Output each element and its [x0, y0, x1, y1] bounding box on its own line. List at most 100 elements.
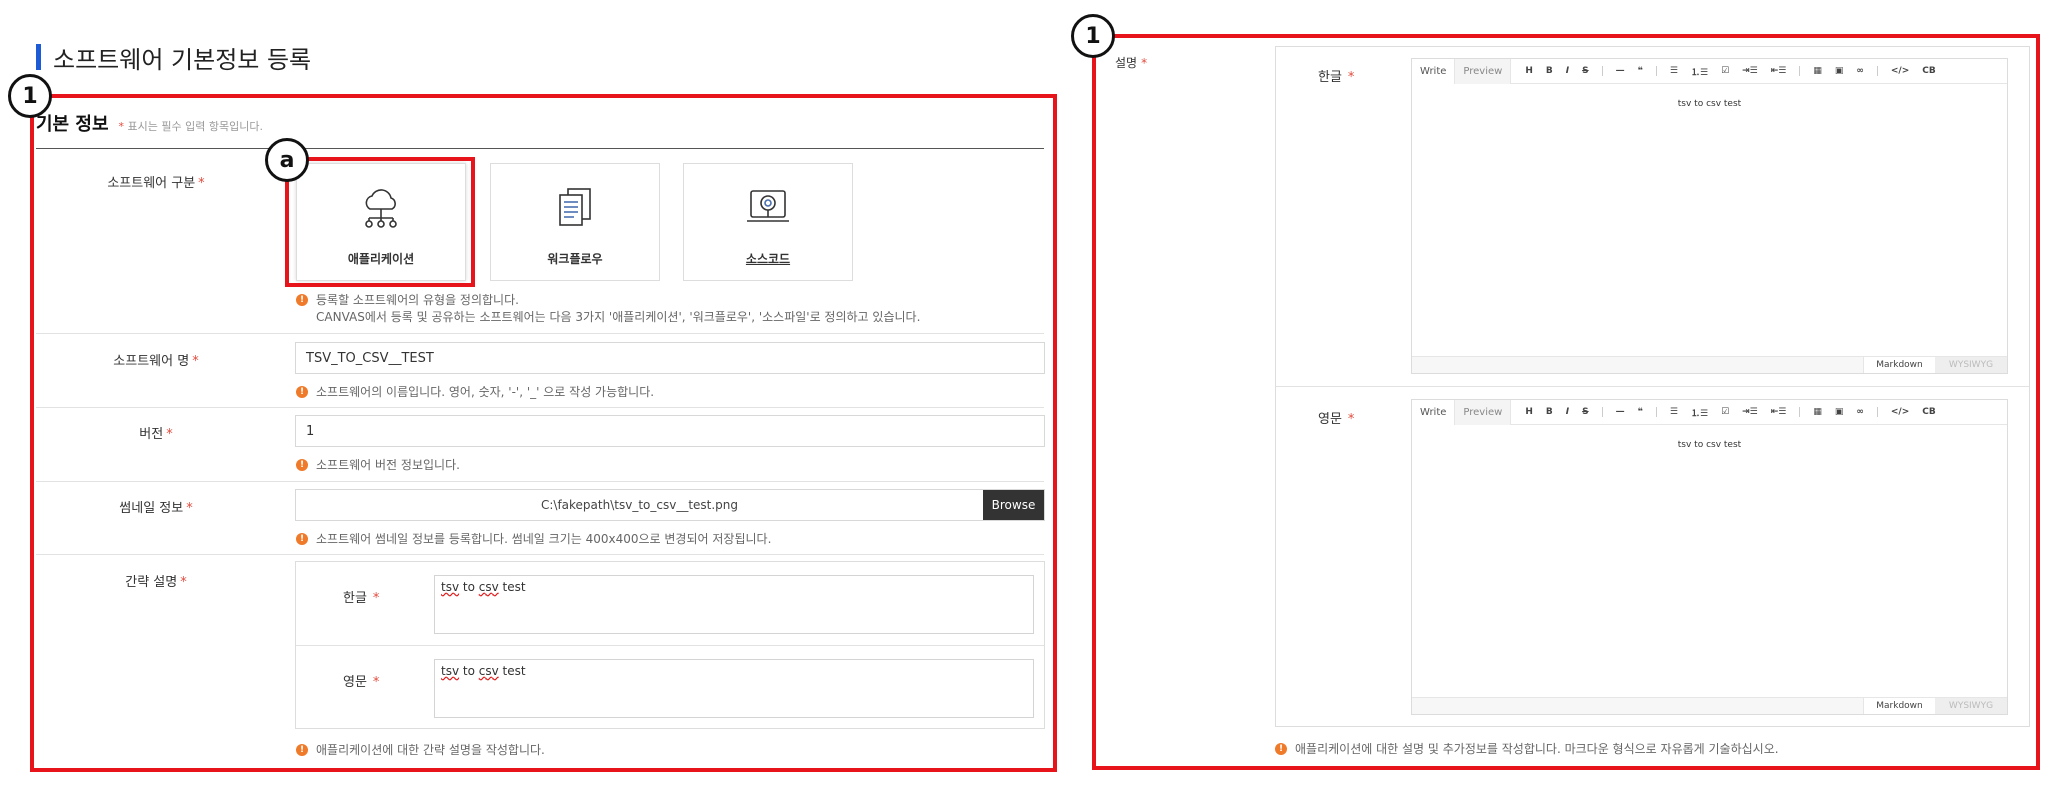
- thumbnail-label: 썸네일 정보 *: [119, 501, 193, 516]
- quote-icon[interactable]: ❝: [1638, 66, 1643, 76]
- bullet-list-icon[interactable]: ☰: [1670, 66, 1678, 76]
- code-icon[interactable]: </>: [1891, 66, 1909, 76]
- required-note: * 표시는 필수 입력 항목입니다.: [119, 118, 263, 134]
- ordered-list-icon[interactable]: ⒈☰: [1691, 406, 1708, 419]
- hint-line: CANVAS에서 등록 및 공유하는 소프트웨어는 다음 3가지 '애플리케이션…: [316, 310, 921, 324]
- bold-icon[interactable]: B: [1546, 407, 1553, 417]
- brief-description-label: 간략 설명 *: [125, 575, 187, 590]
- toolbar-separator: [1601, 66, 1603, 76]
- thumbnail-hint: ! 소프트웨어 썸네일 정보를 등록합니다. 썸네일 크기는 400x400으로…: [296, 531, 771, 548]
- task-list-icon[interactable]: ☑: [1721, 407, 1729, 417]
- toolbar-separator: [1655, 66, 1657, 76]
- hint-text: 소프트웨어 썸네일 정보를 등록합니다. 썸네일 크기는 400x400으로 변…: [316, 532, 772, 546]
- info-icon: !: [296, 294, 308, 306]
- table-icon[interactable]: ▦: [1813, 407, 1822, 417]
- code-block-icon[interactable]: CB: [1922, 407, 1935, 417]
- hint-text: 애플리케이션에 대한 간략 설명을 작성합니다.: [316, 743, 545, 757]
- section-divider: [36, 148, 1044, 149]
- description-label: 설명 *: [1115, 56, 1148, 70]
- mode-wysiwyg-button[interactable]: WYSIWYG: [1935, 357, 2007, 373]
- brief-ko-textarea[interactable]: tsv to csv test: [434, 575, 1034, 634]
- table-icon[interactable]: ▦: [1813, 66, 1822, 76]
- brief-en-label: 영문 *: [343, 675, 380, 690]
- link-icon[interactable]: ∞: [1856, 66, 1864, 76]
- type-card-workflow[interactable]: 워크플로우: [490, 163, 660, 281]
- code-icon[interactable]: </>: [1891, 407, 1909, 417]
- description-en-editor[interactable]: Write Preview H B I S — ❝ ☰ ⒈☰ ☑ ⇥☰ ⇤☰ ▦…: [1411, 399, 2008, 715]
- hr-icon[interactable]: —: [1616, 66, 1625, 76]
- editor-toolbar: Write Preview H B I S — ❝ ☰ ⒈☰ ☑ ⇥☰ ⇤☰ ▦…: [1412, 399, 2007, 425]
- browse-button[interactable]: Browse: [983, 490, 1044, 520]
- toolbar-separator: [1601, 407, 1603, 417]
- page-title-text: 소프트웨어 기본정보 등록: [53, 45, 312, 74]
- brief-en-textarea[interactable]: tsv to csv test: [434, 659, 1034, 718]
- tab-write[interactable]: Write: [1412, 399, 1456, 425]
- indent-icon[interactable]: ⇥☰: [1742, 407, 1758, 417]
- required-star: *: [118, 120, 125, 133]
- page-title: 소프트웨어 기본정보 등록: [36, 40, 311, 74]
- strike-icon[interactable]: S: [1582, 407, 1588, 417]
- cloud-network-icon: [358, 184, 404, 230]
- italic-icon[interactable]: I: [1566, 66, 1569, 76]
- callout-marker-card: a: [265, 138, 309, 182]
- ordered-list-icon[interactable]: ⒈☰: [1691, 65, 1708, 78]
- italic-icon[interactable]: I: [1566, 407, 1569, 417]
- bold-icon[interactable]: B: [1546, 66, 1553, 76]
- row-divider: [36, 481, 1044, 482]
- monitor-search-icon: [745, 184, 791, 230]
- title-accent-bar: [36, 44, 41, 70]
- editor-mode-switch: Markdown WYSIWYG: [1412, 697, 2007, 714]
- hint-text: 애플리케이션에 대한 설명 및 추가정보를 작성합니다. 마크다운 형식으로 자…: [1295, 742, 1779, 756]
- type-card-label: 워크플로우: [547, 252, 603, 266]
- task-list-icon[interactable]: ☑: [1721, 66, 1729, 76]
- quote-icon[interactable]: ❝: [1638, 407, 1643, 417]
- outdent-icon[interactable]: ⇤☰: [1771, 66, 1787, 76]
- software-name-hint: ! 소프트웨어의 이름입니다. 영어, 숫자, '-', '_' 으로 작성 가…: [296, 384, 654, 401]
- mode-markdown-button[interactable]: Markdown: [1863, 698, 1935, 714]
- editor-content[interactable]: tsv to csv test: [1412, 440, 2007, 450]
- version-label: 버전 *: [139, 427, 173, 442]
- editor-toolbar: Write Preview H B I S — ❝ ☰ ⒈☰ ☑ ⇥☰ ⇤☰ ▦…: [1412, 58, 2007, 84]
- type-card-label: 애플리케이션: [347, 252, 415, 266]
- heading-icon[interactable]: H: [1525, 407, 1533, 417]
- link-icon[interactable]: ∞: [1856, 407, 1864, 417]
- heading-icon[interactable]: H: [1525, 66, 1533, 76]
- version-input[interactable]: 1: [295, 415, 1045, 447]
- info-icon: !: [296, 744, 308, 756]
- type-card-application[interactable]: 애플리케이션: [296, 163, 466, 281]
- editor-tools: H B I S — ❝ ☰ ⒈☰ ☑ ⇥☰ ⇤☰ ▦ ▣ ∞ </> CB: [1525, 406, 1948, 419]
- software-name-label: 소프트웨어 명 *: [113, 354, 199, 369]
- tab-preview[interactable]: Preview: [1455, 58, 1512, 84]
- editor-mode-switch: Markdown WYSIWYG: [1412, 356, 2007, 373]
- row-divider: [36, 554, 1044, 555]
- mode-wysiwyg-button[interactable]: WYSIWYG: [1935, 698, 2007, 714]
- strike-icon[interactable]: S: [1582, 66, 1588, 76]
- software-name-input[interactable]: TSV_TO_CSV__TEST: [295, 342, 1045, 374]
- tab-write[interactable]: Write: [1412, 58, 1456, 84]
- info-icon: !: [296, 533, 308, 545]
- section-header-basic-info: 기본 정보 * 표시는 필수 입력 항목입니다.: [36, 110, 263, 136]
- bullet-list-icon[interactable]: ☰: [1670, 407, 1678, 417]
- editor-content[interactable]: tsv to csv test: [1412, 99, 2007, 109]
- outdent-icon[interactable]: ⇤☰: [1771, 407, 1787, 417]
- image-icon[interactable]: ▣: [1835, 66, 1844, 76]
- description-ko-label: 한글 *: [1318, 70, 1355, 85]
- image-icon[interactable]: ▣: [1835, 407, 1844, 417]
- description-ko-editor[interactable]: Write Preview H B I S — ❝ ☰ ⒈☰ ☑ ⇥☰ ⇤☰ ▦…: [1411, 58, 2008, 374]
- indent-icon[interactable]: ⇥☰: [1742, 66, 1758, 76]
- thumbnail-file-input[interactable]: C:\fakepath\tsv_to_csv__test.png Browse: [295, 489, 1045, 521]
- description-en-label: 영문 *: [1318, 412, 1355, 427]
- description-hint: ! 애플리케이션에 대한 설명 및 추가정보를 작성합니다. 마크다운 형식으로…: [1275, 741, 1779, 758]
- tab-preview[interactable]: Preview: [1455, 399, 1512, 425]
- software-type-label: 소프트웨어 구분 *: [107, 176, 205, 191]
- hr-icon[interactable]: —: [1616, 407, 1625, 417]
- documents-icon: [552, 184, 598, 230]
- thumbnail-path: C:\fakepath\tsv_to_csv__test.png: [540, 498, 739, 512]
- row-divider: [36, 333, 1044, 334]
- hint-text: 소프트웨어 버전 정보입니다.: [316, 458, 460, 472]
- mode-markdown-button[interactable]: Markdown: [1863, 357, 1935, 373]
- info-icon: !: [296, 386, 308, 398]
- callout-marker-left: 1: [8, 74, 52, 118]
- type-card-source-code[interactable]: 소스코드: [683, 163, 853, 281]
- code-block-icon[interactable]: CB: [1922, 66, 1935, 76]
